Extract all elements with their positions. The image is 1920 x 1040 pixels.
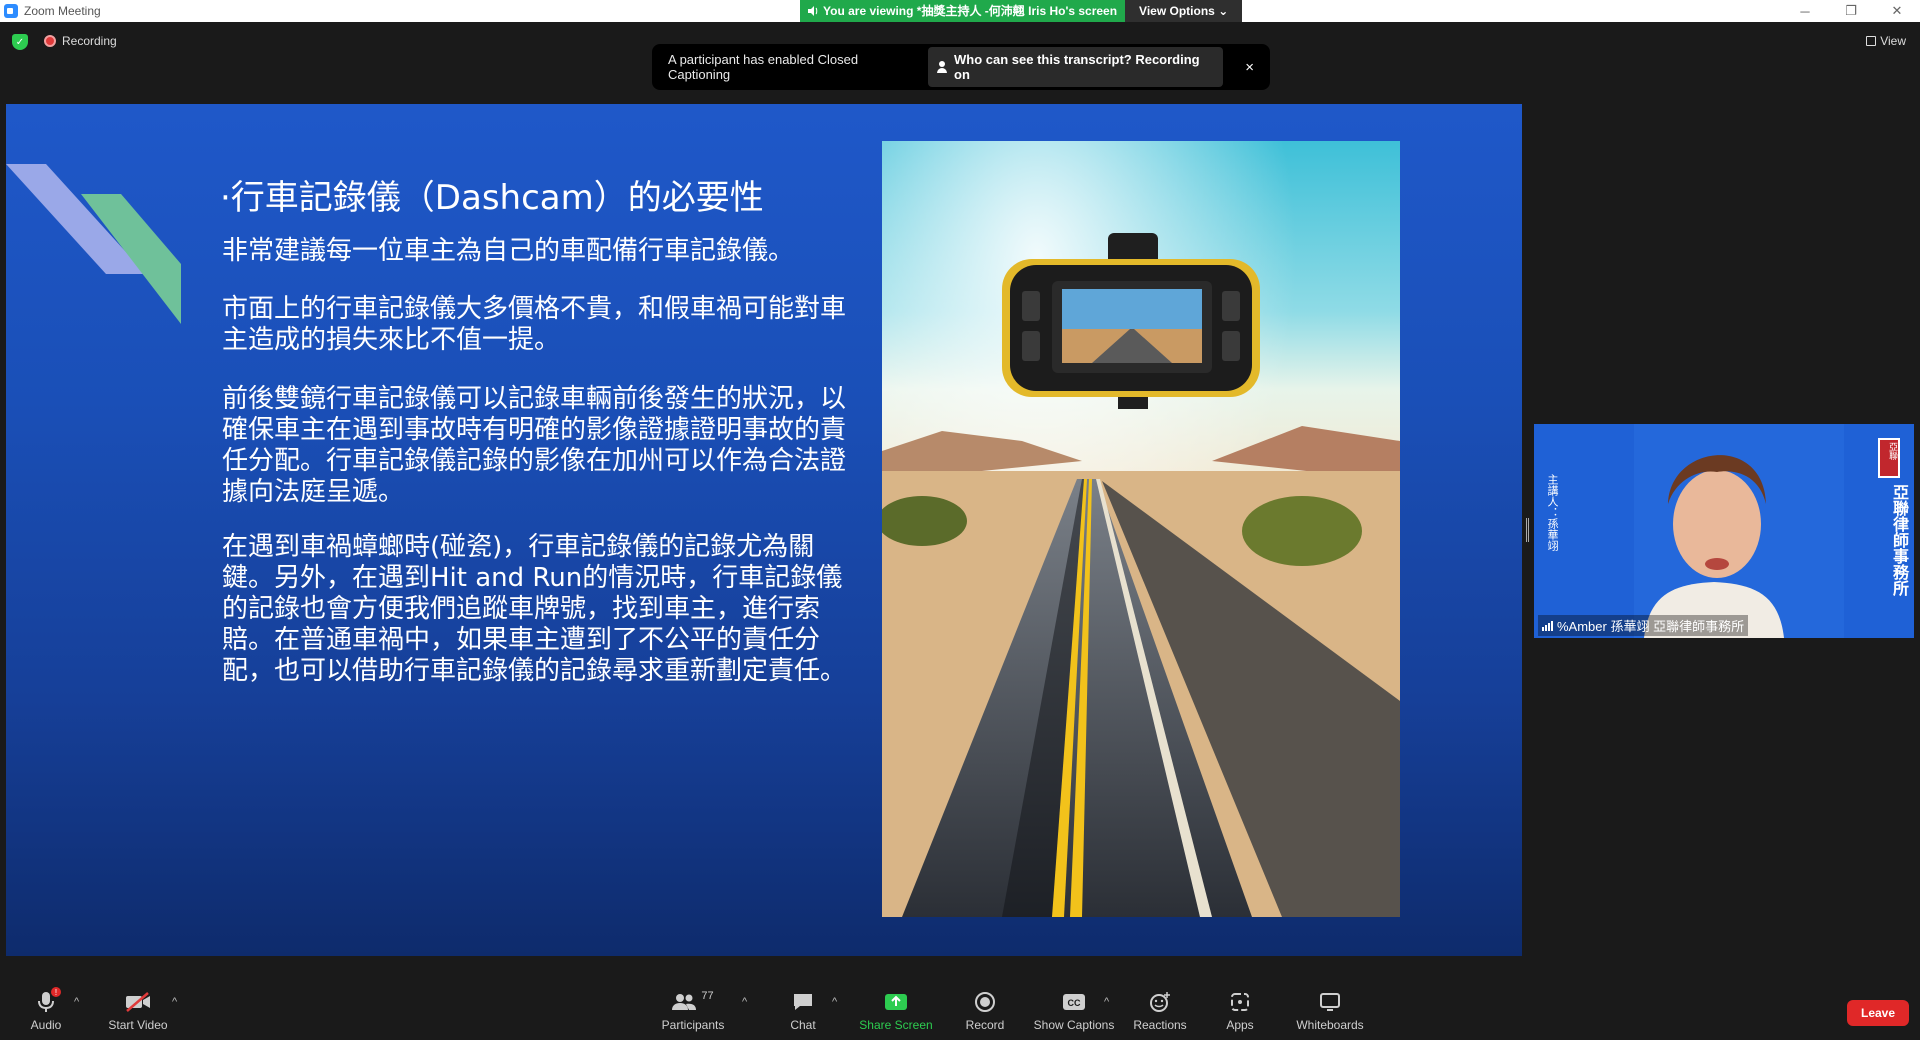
speaker-caption: 主講人：孫華翊 [1546, 474, 1558, 551]
show-captions-label: Show Captions [1033, 1018, 1115, 1032]
audio-alert-badge: ! [51, 987, 61, 997]
record-icon [974, 990, 996, 1014]
participant-video [1534, 424, 1914, 638]
recording-indicator[interactable]: Recording [44, 34, 117, 48]
smiley-icon [1149, 990, 1171, 1014]
participants-label: Participants [661, 1018, 725, 1032]
participant-name-tag: %Amber 孫華翊 亞聯律師事務所 [1538, 615, 1749, 636]
window-titlebar: Zoom Meeting You are viewing *抽獎主持人 -何沛翹… [0, 0, 1920, 22]
closed-captions-icon: CC [1062, 990, 1086, 1014]
share-screen-icon [884, 990, 908, 1014]
view-icon [1866, 36, 1877, 46]
close-window-icon[interactable]: ✕ [1874, 0, 1920, 22]
window-controls: ─ ❐ ✕ [1782, 0, 1920, 22]
zoom-logo-icon [4, 4, 18, 18]
participant-name: %Amber 孫華翊 亞聯律師事務所 [1557, 619, 1745, 634]
transcript-visibility-label: Who can see this transcript? Recording o… [954, 52, 1200, 82]
recording-label: Recording [62, 34, 117, 48]
app-title: Zoom Meeting [0, 4, 101, 18]
view-button[interactable]: View [1866, 34, 1906, 48]
whiteboard-icon [1319, 990, 1341, 1014]
apps-button[interactable]: Apps [1195, 990, 1285, 1032]
dashcam-illustration [882, 141, 1400, 917]
reactions-button[interactable]: Reactions [1115, 990, 1205, 1032]
captions-options-caret[interactable]: ^ [1104, 996, 1109, 1008]
panel-resize-handle[interactable] [1526, 518, 1529, 542]
restore-icon[interactable]: ❐ [1828, 0, 1874, 22]
firm-stamp: 亞聯 [1888, 442, 1898, 460]
leave-button[interactable]: Leave [1847, 1000, 1909, 1026]
minimize-icon[interactable]: ─ [1782, 0, 1828, 22]
apps-label: Apps [1226, 1018, 1254, 1032]
start-video-label: Start Video [108, 1018, 168, 1032]
participants-count: 77 [701, 990, 714, 1002]
chat-icon [792, 990, 814, 1014]
record-button[interactable]: Record [940, 990, 1030, 1032]
shield-icon[interactable]: ✓ [12, 34, 28, 50]
participants-options-caret[interactable]: ^ [742, 996, 747, 1008]
reactions-label: Reactions [1133, 1018, 1187, 1032]
chat-label: Chat [790, 1018, 816, 1032]
audio-label: Audio [30, 1018, 62, 1032]
whiteboards-button[interactable]: Whiteboards [1285, 990, 1375, 1032]
window-title: Zoom Meeting [24, 4, 101, 18]
apps-icon [1229, 990, 1251, 1014]
chevron-down-icon: ⌄ [1218, 4, 1229, 18]
transcript-visibility-button[interactable]: Who can see this transcript? Recording o… [928, 47, 1224, 87]
participants-icon: 77 [672, 990, 714, 1014]
speaker-icon [808, 6, 818, 16]
slide-decoration [6, 164, 181, 324]
slide-paragraph: 非常建議每一位車主為自己的車配備行車記錄儀。 [222, 236, 795, 266]
share-screen-button[interactable]: Share Screen [851, 990, 941, 1032]
view-options-label: View Options [1139, 4, 1215, 18]
viewing-text: You are viewing *抽獎主持人 -何沛翹 Iris Ho's sc… [823, 4, 1118, 18]
chat-options-caret[interactable]: ^ [832, 996, 837, 1008]
person-icon [936, 61, 948, 73]
signal-strength-icon [1542, 620, 1553, 631]
view-label: View [1880, 34, 1906, 48]
cc-message: A participant has enabled Closed Caption… [668, 52, 859, 82]
viewing-status: You are viewing *抽獎主持人 -何沛翹 Iris Ho's sc… [800, 0, 1126, 22]
shared-screen: ·行車記錄儀（Dashcam）的必要性 非常建議每一位車主為自己的車配備行車記錄… [6, 104, 1522, 956]
start-video-button[interactable]: Start Video [93, 990, 183, 1032]
slide-title: ·行車記錄儀（Dashcam）的必要性 [220, 178, 764, 218]
svg-text:CC: CC [1068, 998, 1081, 1008]
microphone-icon: ! [37, 987, 61, 1014]
participant-video-tile[interactable]: 主講人：孫華翊 亞聯律師事務所 亞聯 %Amber 孫華翊 亞聯律師事務所 [1534, 424, 1914, 638]
audio-options-caret[interactable]: ^ [74, 996, 79, 1008]
slide-paragraph: 市面上的行車記錄儀大多價格不貴，和假車禍可能對車主造成的損失來比不值一提。 [222, 294, 847, 355]
viewing-banner: You are viewing *抽獎主持人 -何沛翹 Iris Ho's sc… [800, 0, 1243, 22]
close-icon[interactable]: × [1245, 59, 1254, 76]
video-off-icon [124, 990, 152, 1014]
video-options-caret[interactable]: ^ [172, 996, 177, 1008]
dashcam-road-image [882, 141, 1400, 917]
view-options-button[interactable]: View Options ⌄ [1125, 0, 1243, 22]
closed-caption-banner: A participant has enabled Closed Caption… [652, 44, 1270, 90]
firm-name-vertical: 亞聯律師事務所 [1890, 484, 1907, 596]
whiteboards-label: Whiteboards [1296, 1018, 1364, 1032]
participants-button[interactable]: 77 Participants [648, 990, 738, 1032]
slide-paragraph: 在遇到車禍蟑螂時(碰瓷)，行車記錄儀的記錄尤為關鍵。另外，在遇到Hit and … [222, 532, 847, 686]
slide-paragraph: 前後雙鏡行車記錄儀可以記錄車輛前後發生的狀況，以確保車主在遇到事故時有明確的影像… [222, 384, 847, 507]
record-label: Record [965, 1018, 1005, 1032]
meeting-toolbar: ! Audio ^ Start Video ^ 77 Participants … [0, 966, 1920, 1040]
record-dot-icon [44, 35, 56, 47]
share-screen-label: Share Screen [859, 1018, 933, 1032]
